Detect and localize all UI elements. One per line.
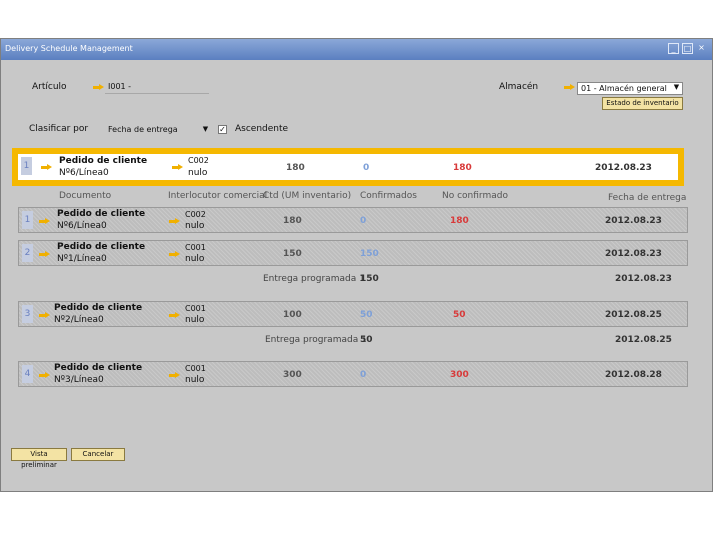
schedule-label: Entrega programada 1 — [263, 274, 365, 284]
clasificar-label: Clasificar por — [29, 124, 89, 134]
schedule-quantity: 50 — [360, 335, 373, 345]
articulo-label: Artículo — [32, 82, 67, 92]
link-arrow-icon[interactable] — [41, 164, 52, 171]
link-arrow-icon[interactable] — [172, 164, 183, 171]
schedule-date: 2012.08.25 — [615, 335, 672, 345]
confirmed: 0 — [360, 370, 367, 380]
document-type: Pedido de cliente — [54, 303, 143, 313]
not-confirmed: 180 — [453, 163, 472, 173]
schedule-label: Entrega programada 1 — [265, 335, 367, 345]
document-number: Nº2/Línea0 — [54, 315, 104, 325]
ascendente-label: Ascendente — [235, 124, 289, 134]
col-documento: Documento — [59, 191, 112, 201]
not-confirmed: 180 — [450, 216, 469, 226]
estado-inventario-button[interactable]: Estado de inventario — [602, 97, 683, 110]
link-arrow-icon[interactable] — [93, 84, 104, 91]
almacen-select[interactable]: 01 - Almacén general — [577, 82, 683, 95]
clasificar-select[interactable]: Fecha de entrega — [105, 124, 213, 137]
table-row[interactable]: 3 Pedido de cliente Nº2/Línea0 C001 nulo… — [18, 301, 688, 327]
row-number: 4 — [22, 365, 33, 383]
bp-code: C002 — [185, 210, 206, 219]
link-arrow-icon[interactable] — [169, 312, 180, 319]
document-number: Nº1/Línea0 — [57, 254, 107, 264]
col-no-confirmado: No confirmado — [442, 191, 508, 201]
bp-name: nulo — [185, 254, 205, 264]
chevron-down-icon[interactable]: ▼ — [672, 83, 681, 92]
row-number: 3 — [22, 305, 33, 323]
bp-name: nulo — [185, 315, 205, 325]
document-type: Pedido de cliente — [54, 363, 143, 373]
bp-code: C002 — [188, 156, 209, 165]
bp-name: nulo — [188, 168, 208, 178]
confirmed: 0 — [363, 163, 370, 173]
confirmed: 0 — [360, 216, 367, 226]
delivery-date: 2012.08.23 — [605, 249, 662, 259]
document-type: Pedido de cliente — [57, 242, 146, 252]
not-confirmed: 300 — [450, 370, 469, 380]
selected-row[interactable]: 1 Pedido de cliente Nº6/Línea0 C002 nulo… — [12, 148, 684, 186]
ascendente-checkbox[interactable]: ✓ — [218, 125, 227, 134]
quantity: 300 — [283, 370, 302, 380]
confirmed: 50 — [360, 310, 373, 320]
link-arrow-icon[interactable] — [39, 372, 50, 379]
document-type: Pedido de cliente — [57, 209, 146, 219]
quantity: 180 — [283, 216, 302, 226]
delivery-date: 2012.08.28 — [605, 370, 662, 380]
link-arrow-icon[interactable] — [169, 218, 180, 225]
table-row[interactable]: 4 Pedido de cliente Nº3/Línea0 C001 nulo… — [18, 361, 688, 387]
link-arrow-icon[interactable] — [169, 372, 180, 379]
document-number: Nº6/Línea0 — [59, 168, 109, 178]
col-interlocutor: Interlocutor comercial — [168, 191, 268, 201]
chevron-down-icon[interactable]: ▼ — [201, 125, 210, 134]
confirmed: 150 — [360, 249, 379, 259]
link-arrow-icon[interactable] — [39, 218, 50, 225]
document-type: Pedido de cliente — [59, 156, 148, 166]
vista-preliminar-button[interactable]: Vista preliminar — [11, 448, 67, 469]
table-row[interactable]: 1 Pedido de cliente Nº6/Línea0 C002 nulo… — [18, 207, 688, 233]
document-number: Nº6/Línea0 — [57, 221, 107, 231]
almacen-label: Almacén — [499, 82, 539, 92]
link-arrow-icon[interactable] — [39, 251, 50, 258]
delivery-date: 2012.08.25 — [605, 310, 662, 320]
link-arrow-icon[interactable] — [564, 84, 575, 91]
row-number: 1 — [21, 157, 32, 175]
col-cantidad: Ctd (UM inventario) — [263, 191, 352, 201]
articulo-field[interactable]: I001 - — [105, 81, 209, 94]
delivery-date: 2012.08.23 — [605, 216, 662, 226]
minimize-icon[interactable]: _ — [668, 43, 679, 54]
col-fecha-entrega: Fecha de entrega — [608, 193, 687, 203]
bp-code: C001 — [185, 243, 206, 252]
quantity: 180 — [286, 163, 305, 173]
window-title: Delivery Schedule Management — [5, 44, 133, 53]
delivery-schedule-window: Delivery Schedule Management _ □ × Artíc… — [0, 38, 713, 492]
table-row[interactable]: 2 Pedido de cliente Nº1/Línea0 C001 nulo… — [18, 240, 688, 266]
link-arrow-icon[interactable] — [169, 251, 180, 258]
bp-code: C001 — [185, 364, 206, 373]
document-number: Nº3/Línea0 — [54, 375, 104, 385]
maximize-icon[interactable]: □ — [682, 43, 693, 54]
schedule-quantity: 150 — [360, 274, 379, 284]
close-icon[interactable]: × — [696, 43, 707, 54]
link-arrow-icon[interactable] — [39, 312, 50, 319]
not-confirmed: 50 — [453, 310, 466, 320]
quantity: 150 — [283, 249, 302, 259]
bp-code: C001 — [185, 304, 206, 313]
cancelar-button[interactable]: Cancelar — [71, 448, 125, 461]
bp-name: nulo — [185, 221, 205, 231]
title-bar: Delivery Schedule Management _ □ × — [1, 39, 712, 60]
delivery-date: 2012.08.23 — [595, 163, 652, 173]
row-number: 2 — [22, 244, 33, 262]
quantity: 100 — [283, 310, 302, 320]
col-confirmados: Confirmados — [360, 191, 417, 201]
row-number: 1 — [22, 211, 33, 229]
schedule-date: 2012.08.23 — [615, 274, 672, 284]
bp-name: nulo — [185, 375, 205, 385]
